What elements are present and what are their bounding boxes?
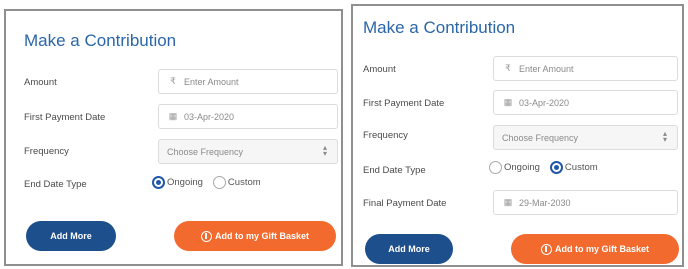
radio-custom[interactable]	[549, 161, 563, 174]
first-payment-date-value: 03-Apr-2020	[184, 111, 235, 122]
rupee-icon: ₹	[170, 76, 176, 86]
add-more-button[interactable]: Add More	[365, 234, 453, 264]
frequency-value: Choose Frequency	[167, 146, 244, 157]
frequency-label: Frequency	[363, 130, 408, 141]
final-payment-date-value: 29-Mar-2030	[519, 197, 571, 208]
end-date-type-radio-group: Ongoing Custom	[152, 176, 271, 189]
first-payment-date-field[interactable]: ▦ 03-Apr-2020	[493, 90, 678, 115]
calendar-icon: ▦	[168, 111, 178, 121]
calendar-icon: ▦	[503, 197, 513, 207]
first-payment-date-label: First Payment Date	[24, 112, 106, 123]
add-to-gift-basket-label: Add to my Gift Basket	[214, 231, 309, 241]
add-more-button[interactable]: Add More	[26, 221, 116, 251]
add-to-gift-basket-label: Add to my Gift Basket	[554, 244, 649, 254]
radio-custom[interactable]	[212, 176, 226, 189]
end-date-type-radio-group: Ongoing Custom	[489, 161, 608, 174]
rupee-icon: ₹	[505, 63, 511, 73]
amount-input[interactable]: ₹ Enter Amount	[493, 56, 678, 81]
first-payment-date-label: First Payment Date	[363, 98, 445, 109]
amount-placeholder: Enter Amount	[184, 76, 239, 87]
radio-ongoing-label: Ongoing	[167, 177, 203, 188]
frequency-label: Frequency	[24, 146, 69, 157]
radio-ongoing-label: Ongoing	[504, 162, 540, 173]
frequency-value: Choose Frequency	[502, 132, 579, 143]
chevron-updown-icon: ▴ ▾	[322, 143, 327, 158]
frequency-select[interactable]: Choose Frequency ▴ ▾	[158, 139, 338, 164]
radio-ongoing[interactable]	[152, 176, 165, 189]
amount-placeholder: Enter Amount	[519, 63, 574, 74]
amount-input[interactable]: ₹ Enter Amount	[158, 69, 338, 94]
contribution-panel-ongoing: Make a Contribution Amount ₹ Enter Amoun…	[4, 9, 343, 266]
radio-custom-label: Custom	[564, 162, 598, 173]
amount-label: Amount	[24, 77, 57, 88]
radio-ongoing[interactable]	[489, 161, 502, 174]
first-payment-date-value: 03-Apr-2020	[519, 97, 570, 108]
end-date-type-label: End Date Type	[24, 179, 87, 190]
add-to-gift-basket-button[interactable]: Add to my Gift Basket	[174, 221, 336, 251]
gift-icon	[540, 243, 552, 255]
end-date-type-label: End Date Type	[363, 165, 426, 176]
add-to-gift-basket-button[interactable]: Add to my Gift Basket	[511, 234, 679, 264]
frequency-select[interactable]: Choose Frequency ▴ ▾	[493, 125, 678, 150]
page-title: Make a Contribution	[24, 31, 177, 50]
gift-icon	[200, 230, 212, 242]
first-payment-date-field[interactable]: ▦ 03-Apr-2020	[158, 104, 338, 129]
amount-label: Amount	[363, 64, 396, 75]
radio-custom-label: Custom	[227, 177, 261, 188]
final-payment-date-field[interactable]: ▦ 29-Mar-2030	[493, 190, 678, 215]
contribution-panel-custom: Make a Contribution Amount ₹ Enter Amoun…	[351, 4, 684, 267]
calendar-icon: ▦	[503, 97, 513, 107]
chevron-updown-icon: ▴ ▾	[662, 129, 667, 144]
page-title: Make a Contribution	[363, 18, 516, 37]
final-payment-date-label: Final Payment Date	[363, 198, 447, 209]
